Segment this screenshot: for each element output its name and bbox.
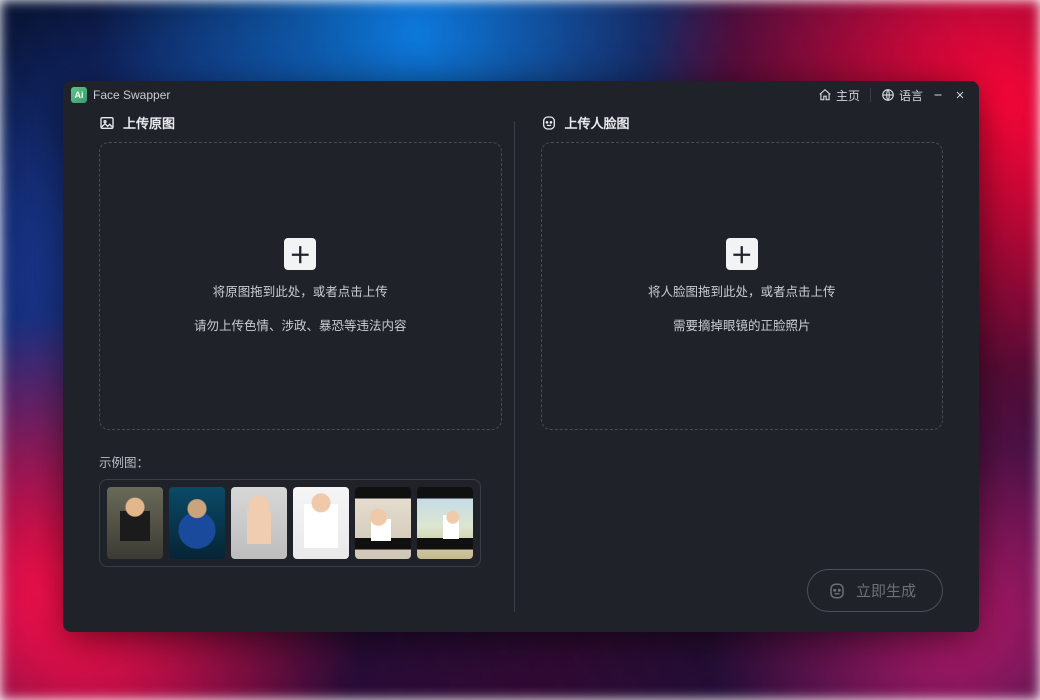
- titlebar: Ai Face Swapper 主页 语言: [63, 81, 979, 109]
- example-thumb-2[interactable]: [169, 487, 225, 559]
- source-drop-text: 将原图拖到此处，或者点击上传: [213, 284, 388, 302]
- face-icon: [541, 115, 557, 131]
- close-icon: [954, 89, 966, 101]
- globe-icon: [881, 88, 895, 102]
- right-heading: 上传人脸图: [541, 113, 944, 132]
- close-button[interactable]: [949, 84, 971, 106]
- example-thumbnails: [99, 479, 481, 567]
- titlebar-separator: [870, 88, 871, 102]
- content-area: 上传原图 ＋ 将原图拖到此处，或者点击上传 请勿上传色情、涉政、暴恐等违法内容 …: [63, 109, 979, 632]
- face-dropzone[interactable]: ＋ 将人脸图拖到此处，或者点击上传 需要摘掉眼镜的正脸照片: [541, 142, 944, 430]
- app-title: Face Swapper: [93, 88, 170, 102]
- example-thumb-6[interactable]: [417, 487, 473, 559]
- generate-label: 立即生成: [856, 580, 916, 601]
- right-column: 上传人脸图 ＋ 将人脸图拖到此处，或者点击上传 需要摘掉眼镜的正脸照片: [541, 113, 944, 612]
- plus-icon: ＋: [726, 238, 758, 270]
- example-thumb-1[interactable]: [107, 487, 163, 559]
- minimize-icon: [932, 89, 944, 101]
- face-icon: [828, 582, 846, 600]
- home-icon: [818, 88, 832, 102]
- app-window: Ai Face Swapper 主页 语言 上传原图: [63, 81, 979, 632]
- source-dropzone[interactable]: ＋ 将原图拖到此处，或者点击上传 请勿上传色情、涉政、暴恐等违法内容: [99, 142, 502, 430]
- home-button[interactable]: 主页: [814, 85, 864, 106]
- language-button[interactable]: 语言: [877, 85, 927, 106]
- language-label: 语言: [899, 87, 923, 104]
- example-thumb-3[interactable]: [231, 487, 287, 559]
- column-divider: [514, 121, 515, 612]
- left-column: 上传原图 ＋ 将原图拖到此处，或者点击上传 请勿上传色情、涉政、暴恐等违法内容 …: [99, 113, 502, 612]
- example-thumb-5[interactable]: [355, 487, 411, 559]
- right-heading-text: 上传人脸图: [565, 113, 630, 132]
- generate-button[interactable]: 立即生成: [807, 569, 943, 612]
- left-heading: 上传原图: [99, 113, 502, 132]
- app-icon: Ai: [71, 87, 87, 103]
- left-heading-text: 上传原图: [123, 113, 175, 132]
- columns: 上传原图 ＋ 将原图拖到此处，或者点击上传 请勿上传色情、涉政、暴恐等违法内容 …: [99, 113, 943, 612]
- image-icon: [99, 115, 115, 131]
- examples-section: 示例图：: [99, 452, 502, 567]
- plus-icon: ＋: [284, 238, 316, 270]
- examples-label: 示例图：: [99, 452, 502, 471]
- example-thumb-4[interactable]: [293, 487, 349, 559]
- home-label: 主页: [836, 87, 860, 104]
- minimize-button[interactable]: [927, 84, 949, 106]
- face-drop-subtext: 需要摘掉眼镜的正脸照片: [673, 315, 811, 334]
- face-drop-text: 将人脸图拖到此处，或者点击上传: [648, 284, 836, 302]
- source-drop-subtext: 请勿上传色情、涉政、暴恐等违法内容: [194, 315, 407, 334]
